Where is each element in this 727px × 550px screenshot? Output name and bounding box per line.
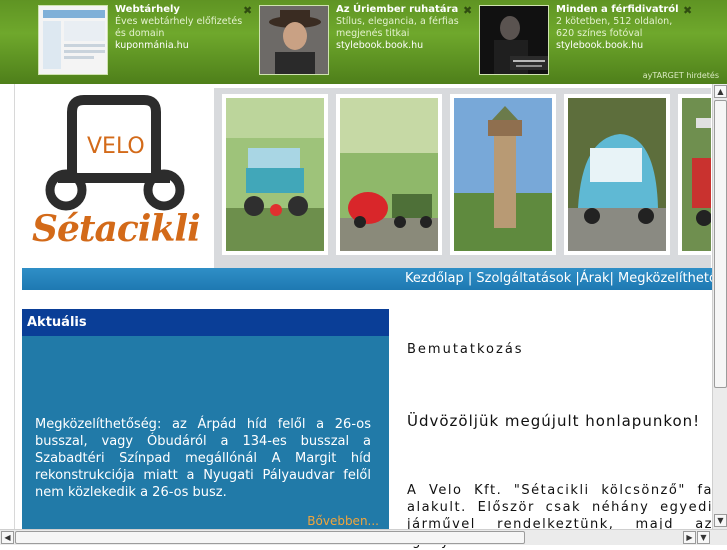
ad-domain[interactable]: stylebook.book.hu — [556, 40, 684, 52]
ad-banner: Webtárhely Éves webtárhely előfizetés és… — [0, 0, 727, 84]
read-more-link[interactable]: Bővebben... — [307, 514, 379, 528]
ad-credit[interactable]: ayTARGET hirdetés — [643, 71, 719, 80]
scroll-down-small-icon[interactable]: ▼ — [697, 531, 710, 544]
scroll-up-icon[interactable]: ▲ — [714, 85, 727, 98]
ad-thumbnail[interactable] — [259, 5, 329, 75]
main-navigation: Kezdőlap | Szolgáltatások |Árak| Megköze… — [22, 268, 712, 290]
ad-description[interactable]: Éves webtárhely előfizetés és domain — [115, 16, 243, 40]
gallery-photo[interactable] — [450, 94, 556, 255]
ad-thumbnail[interactable] — [479, 5, 549, 75]
close-icon[interactable]: ✖ — [683, 4, 692, 17]
news-box: Aktuális Megközelíthetőség: az Árpád híd… — [22, 309, 389, 531]
welcome-text: Üdvözöljük megújult honlapunkon! — [407, 412, 701, 430]
news-box-title: Aktuális — [22, 309, 389, 336]
ad-description[interactable]: 2 kötetben, 512 oldalon, 620 színes fotó… — [556, 16, 684, 40]
close-icon[interactable]: ✖ — [243, 4, 252, 17]
ad-title[interactable]: Minden a férfidivatról — [556, 4, 684, 16]
ad-domain[interactable]: stylebook.book.hu — [336, 40, 464, 52]
ad-title[interactable]: Webtárhely — [115, 4, 243, 16]
ad-description[interactable]: Stílus, elegancia, a férfias megjenés ti… — [336, 16, 464, 40]
logo-velo-text: VELO — [87, 134, 145, 159]
scroll-right-icon[interactable]: ▶ — [683, 531, 696, 544]
gallery-photo[interactable] — [336, 94, 442, 255]
close-icon[interactable]: ✖ — [463, 4, 472, 17]
scroll-left-icon[interactable]: ◀ — [1, 531, 14, 544]
photo-gallery — [214, 88, 711, 268]
horizontal-scrollbar[interactable]: ◀ ▶ ▼ — [0, 529, 727, 545]
vertical-scroll-thumb[interactable] — [714, 100, 727, 388]
ad-title[interactable]: Az Úriember ruhatára — [336, 4, 464, 16]
gallery-photo[interactable] — [222, 94, 328, 255]
news-box-text: Megközelíthetőség: az Árpád híd felől a … — [35, 417, 371, 500]
ad-domain[interactable]: kuponmánia.hu — [115, 40, 243, 52]
logo-name-text: Sétacikli — [32, 208, 201, 250]
gallery-photo[interactable] — [564, 94, 670, 255]
intro-heading: Bemutatkozás — [407, 342, 524, 357]
frame-left-edge — [0, 84, 15, 529]
horizontal-scroll-thumb[interactable] — [15, 531, 525, 544]
gallery-photo[interactable] — [678, 94, 711, 255]
site-logo[interactable]: VELO Sétacikli — [24, 90, 209, 260]
scroll-down-icon[interactable]: ▼ — [714, 514, 727, 527]
vertical-scrollbar[interactable]: ▲ ▼ — [712, 84, 727, 529]
ad-thumbnail[interactable] — [38, 5, 108, 75]
nav-links[interactable]: Kezdőlap | Szolgáltatások |Árak| Megköze… — [405, 268, 712, 290]
